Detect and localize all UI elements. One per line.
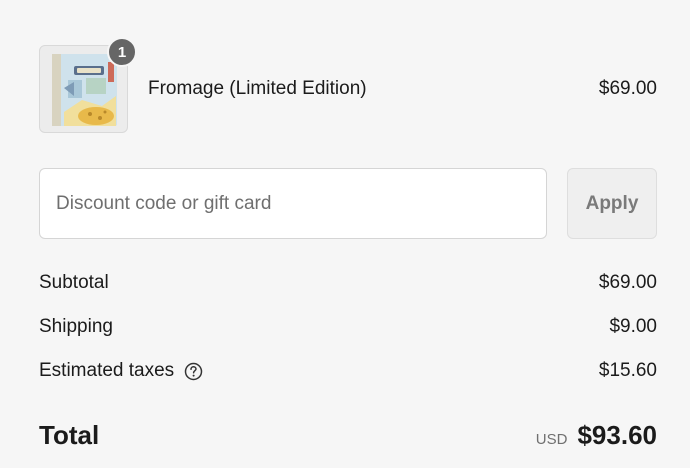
taxes-row: Estimated taxes $15.60 xyxy=(39,360,657,382)
line-item: 1 Fromage (Limited Edition) $69.00 xyxy=(39,37,657,133)
taxes-value: $15.60 xyxy=(598,360,657,381)
subtotal-row: Subtotal $69.00 xyxy=(39,272,657,294)
total-label: Total xyxy=(39,420,100,450)
order-summary: 1 Fromage (Limited Edition) $69.00 Apply… xyxy=(0,0,690,468)
shipping-row: Shipping $9.00 xyxy=(39,316,657,338)
discount-code-input[interactable] xyxy=(39,168,547,239)
total-amount-group: USD $93.60 xyxy=(536,420,657,451)
apply-button[interactable]: Apply xyxy=(567,168,657,239)
product-name: Fromage (Limited Edition) xyxy=(148,78,367,99)
total-amount: $93.60 xyxy=(577,420,657,450)
subtotal-label: Subtotal xyxy=(39,272,109,293)
subtotal-value: $69.00 xyxy=(598,272,657,293)
product-price: $69.00 xyxy=(598,78,657,99)
taxes-label-group: Estimated taxes xyxy=(39,360,203,382)
total-row: Total USD $93.60 xyxy=(39,420,657,451)
taxes-label: Estimated taxes xyxy=(39,360,175,381)
shipping-value: $9.00 xyxy=(609,316,657,337)
quantity-badge: 1 xyxy=(107,37,137,67)
shipping-label: Shipping xyxy=(39,316,113,337)
currency-code: USD xyxy=(535,431,568,448)
question-circle-icon[interactable] xyxy=(184,362,203,381)
product-thumbnail: 1 xyxy=(39,37,137,133)
discount-row: Apply xyxy=(39,168,657,239)
board-game-box-image xyxy=(52,54,117,126)
